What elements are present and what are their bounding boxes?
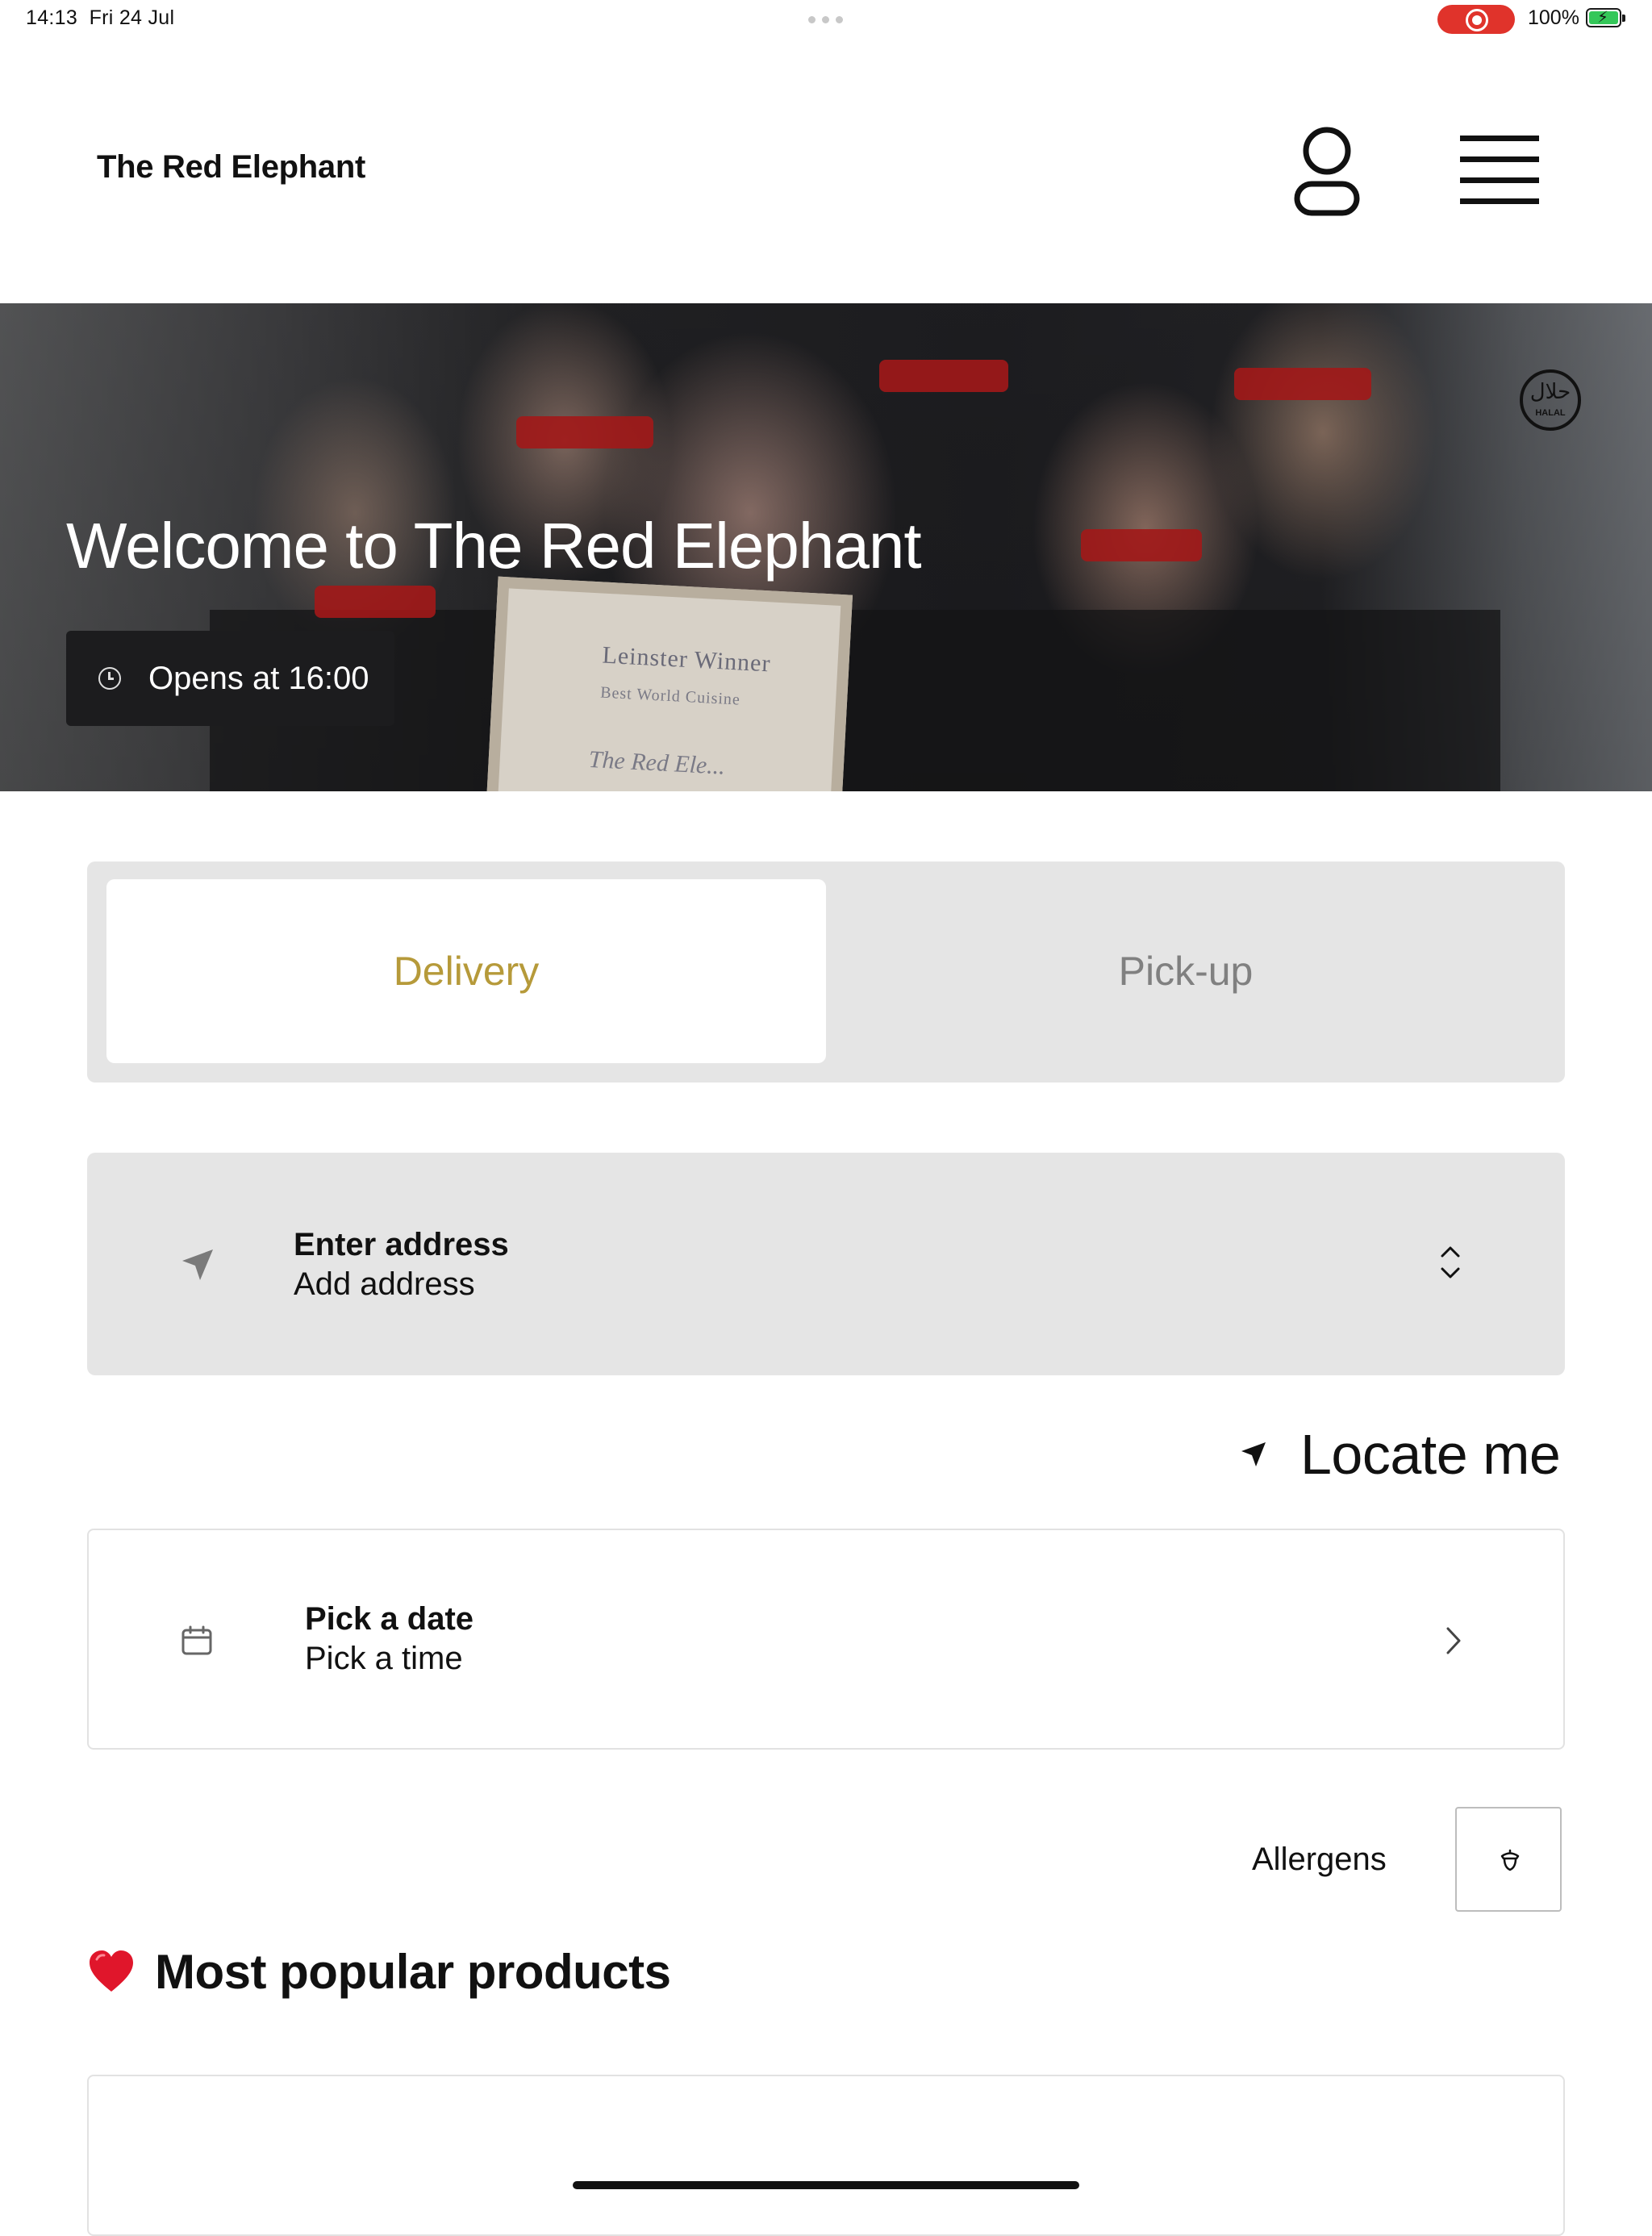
- tab-pickup[interactable]: Pick-up: [826, 879, 1546, 1063]
- section-most-popular: Most popular products: [87, 1944, 671, 2000]
- tab-delivery[interactable]: Delivery: [106, 879, 826, 1063]
- hamburger-menu-icon[interactable]: [1460, 136, 1541, 208]
- multitasking-dots-icon[interactable]: [808, 16, 844, 23]
- allergens-button[interactable]: [1455, 1807, 1562, 1912]
- location-arrow-icon: [1241, 1442, 1266, 1466]
- order-mode-toggle: Delivery Pick-up: [87, 861, 1565, 1083]
- locate-me-label: Locate me: [1300, 1423, 1561, 1486]
- calendar-icon: [181, 1625, 212, 1655]
- clock-icon: [98, 667, 121, 690]
- acorn-icon: [1500, 1849, 1520, 1871]
- address-title: Enter address: [294, 1227, 509, 1262]
- hero-banner: Leinster Winner Best World Cuisine The R…: [0, 303, 1652, 791]
- heart-icon: [90, 1950, 133, 1992]
- battery-percent: 100%: [1528, 6, 1579, 29]
- section-title: Most popular products: [155, 1945, 671, 1999]
- product-card[interactable]: [87, 2075, 1565, 2236]
- address-subtitle: Add address: [294, 1266, 475, 1302]
- opening-hours-label: Opens at 16:00: [148, 660, 369, 696]
- hero-title: Welcome to The Red Elephant: [66, 510, 922, 582]
- award-certificate: Leinster Winner Best World Cuisine The R…: [486, 576, 853, 791]
- user-icon: [1294, 127, 1360, 216]
- chevron-up-down-icon: [1441, 1246, 1460, 1279]
- account-button[interactable]: [1283, 123, 1371, 219]
- halal-badge-icon: حلال HALAL: [1520, 369, 1581, 431]
- time-subtitle: Pick a time: [305, 1641, 463, 1676]
- chevron-right-icon: [1446, 1627, 1461, 1654]
- location-arrow-icon: [182, 1249, 213, 1280]
- date-title: Pick a date: [305, 1601, 474, 1637]
- opening-hours-chip: Opens at 16:00: [66, 631, 394, 726]
- allergens-label: Allergens: [1252, 1842, 1387, 1877]
- date-time-selector[interactable]: Pick a date Pick a time: [87, 1529, 1565, 1750]
- home-indicator[interactable]: [573, 2181, 1079, 2189]
- brand-title[interactable]: The Red Elephant: [97, 149, 365, 186]
- screen-recording-icon[interactable]: [1437, 5, 1515, 34]
- address-selector[interactable]: Enter address Add address: [87, 1153, 1565, 1375]
- locate-me-button[interactable]: Locate me: [1239, 1418, 1561, 1491]
- status-time: 14:13 Fri 24 Jul: [26, 6, 175, 29]
- battery-icon: ⚡: [1586, 8, 1625, 27]
